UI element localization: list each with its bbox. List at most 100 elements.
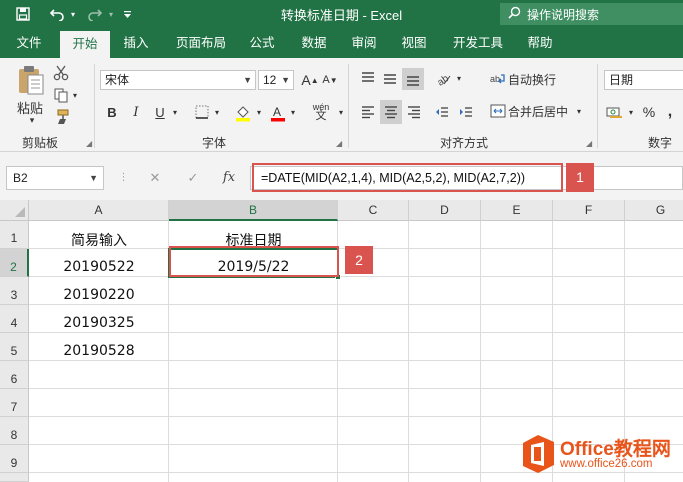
fill-color-dropdown-icon[interactable]: ▾ [254,102,264,122]
font-color-icon[interactable]: A [268,102,288,124]
font-name-select[interactable]: 宋体 ▼ [100,70,256,90]
select-all-button[interactable] [0,200,29,221]
row-header-8[interactable]: 8 [0,417,29,445]
enter-icon[interactable]: ✓ [182,166,204,190]
font-group-label: 字体 [202,136,227,150]
column-header-g[interactable]: G [625,200,683,221]
search-box[interactable]: 操作说明搜索 [500,3,683,25]
column-header-d[interactable]: D [409,200,481,221]
copy-dropdown-icon[interactable]: ▾ [70,86,80,104]
group-separator [94,64,95,148]
cell-a2[interactable]: 20190522 [29,259,169,275]
borders-dropdown-icon[interactable]: ▾ [212,102,222,122]
tab-page-layout[interactable]: 页面布局 [166,28,236,58]
comma-style-button[interactable]: , [662,102,678,122]
name-box[interactable]: B2 ▼ [6,166,104,190]
insert-function-icon[interactable]: fx [218,166,240,190]
tab-view[interactable]: 视图 [392,28,436,58]
tab-home[interactable]: 开始 [60,31,110,58]
bold-button[interactable]: B [102,102,122,122]
tab-file[interactable]: 文件 [6,28,52,58]
increase-indent-icon[interactable] [456,102,476,122]
font-color-dropdown-icon[interactable]: ▾ [288,102,298,122]
wrap-text-button[interactable]: 自动换行 [508,70,562,88]
cell-a1[interactable]: 简易输入 [29,230,169,250]
tab-help[interactable]: 帮助 [518,28,562,58]
merge-dropdown-icon[interactable]: ▾ [574,102,584,120]
gridline [480,221,481,482]
row-header-1[interactable]: 1 [0,221,29,249]
align-left-icon[interactable] [358,102,378,122]
wrap-text-icon[interactable]: ab [488,70,508,88]
row-header-7[interactable]: 7 [0,389,29,417]
chevron-down-icon: ▼ [281,75,290,85]
grow-font-button[interactable]: A ▲ [300,70,320,90]
font-dialog-launcher-icon[interactable]: ◢ [336,139,342,148]
phonetic-dropdown-icon[interactable]: ▾ [336,102,346,122]
copy-icon[interactable] [52,86,70,104]
gridline [29,416,683,417]
format-painter-icon[interactable] [52,108,70,126]
cell-a5[interactable]: 20190528 [29,343,169,359]
row-header-2[interactable]: 2 [0,249,29,277]
paste-icon[interactable] [14,64,48,98]
row-header-6[interactable]: 6 [0,361,29,389]
phonetic-guide-button[interactable]: wén 文 [306,100,336,124]
clipboard-group-label: 剪贴板 [22,136,59,150]
column-header-e[interactable]: E [481,200,553,221]
row-header-5[interactable]: 5 [0,333,29,361]
italic-button[interactable]: I [126,102,146,122]
tab-developer[interactable]: 开发工具 [446,28,510,58]
watermark-url: www.office26.com [560,458,653,470]
row-header-4[interactable]: 4 [0,305,29,333]
underline-dropdown-icon[interactable]: ▾ [170,102,180,122]
row-header-9[interactable]: 9 [0,445,29,473]
gridline [29,332,683,333]
column-header-a[interactable]: A [29,200,169,221]
highlight-box-formula [252,163,563,192]
annotation-label-2: 2 [345,246,373,274]
alignment-dialog-launcher-icon[interactable]: ◢ [586,139,592,148]
align-top-icon[interactable] [358,68,378,88]
cancel-icon[interactable]: ✕ [144,166,166,190]
gridline [29,276,683,277]
row-header-10[interactable] [0,473,29,482]
column-header-b[interactable]: B [169,200,338,221]
row-header-3[interactable]: 3 [0,277,29,305]
accounting-format-icon[interactable] [604,102,626,122]
grip-icon[interactable]: ⋮ [118,166,129,190]
tab-formulas[interactable]: 公式 [240,28,284,58]
column-header-f[interactable]: F [553,200,625,221]
tab-review[interactable]: 审阅 [342,28,386,58]
clipboard-dialog-launcher-icon[interactable]: ◢ [86,139,92,148]
number-format-select[interactable]: 日期 [604,70,683,90]
column-header-c[interactable]: C [338,200,409,221]
cell-a3[interactable]: 20190220 [29,287,169,303]
percent-style-button[interactable]: % [640,102,658,122]
accounting-dropdown-icon[interactable]: ▾ [626,102,636,122]
search-icon [508,6,521,22]
merge-center-icon[interactable] [488,102,508,120]
fill-color-icon[interactable] [232,102,254,124]
cut-icon[interactable] [52,64,70,82]
align-middle-icon[interactable] [380,68,400,88]
svg-text:ab: ab [490,74,500,84]
orientation-icon[interactable]: ab [432,68,454,88]
cell-a4[interactable]: 20190325 [29,315,169,331]
align-center-icon[interactable] [380,100,402,124]
align-right-icon[interactable] [404,102,424,122]
watermark: Office教程网 www.office26.com [520,432,683,482]
decrease-indent-icon[interactable] [432,102,452,122]
paste-dropdown-icon[interactable]: ▾ [24,114,40,126]
underline-button[interactable]: U [150,102,170,122]
group-separator [597,64,598,148]
shrink-font-button[interactable]: A ▼ [320,70,340,90]
tab-insert[interactable]: 插入 [114,28,158,58]
orientation-dropdown-icon[interactable]: ▾ [454,68,464,88]
merge-center-button[interactable]: 合并后居中 [508,102,574,120]
borders-icon[interactable] [192,102,212,122]
ribbon: 粘贴 ▾ ▾ 剪贴板 ◢ 宋体 ▼ 12 ▼ A ▲ A ▼ B I U ▾ ▾ ▾… [0,58,683,152]
font-size-select[interactable]: 12 ▼ [258,70,294,90]
tab-data[interactable]: 数据 [292,28,336,58]
align-bottom-icon[interactable] [402,68,424,90]
